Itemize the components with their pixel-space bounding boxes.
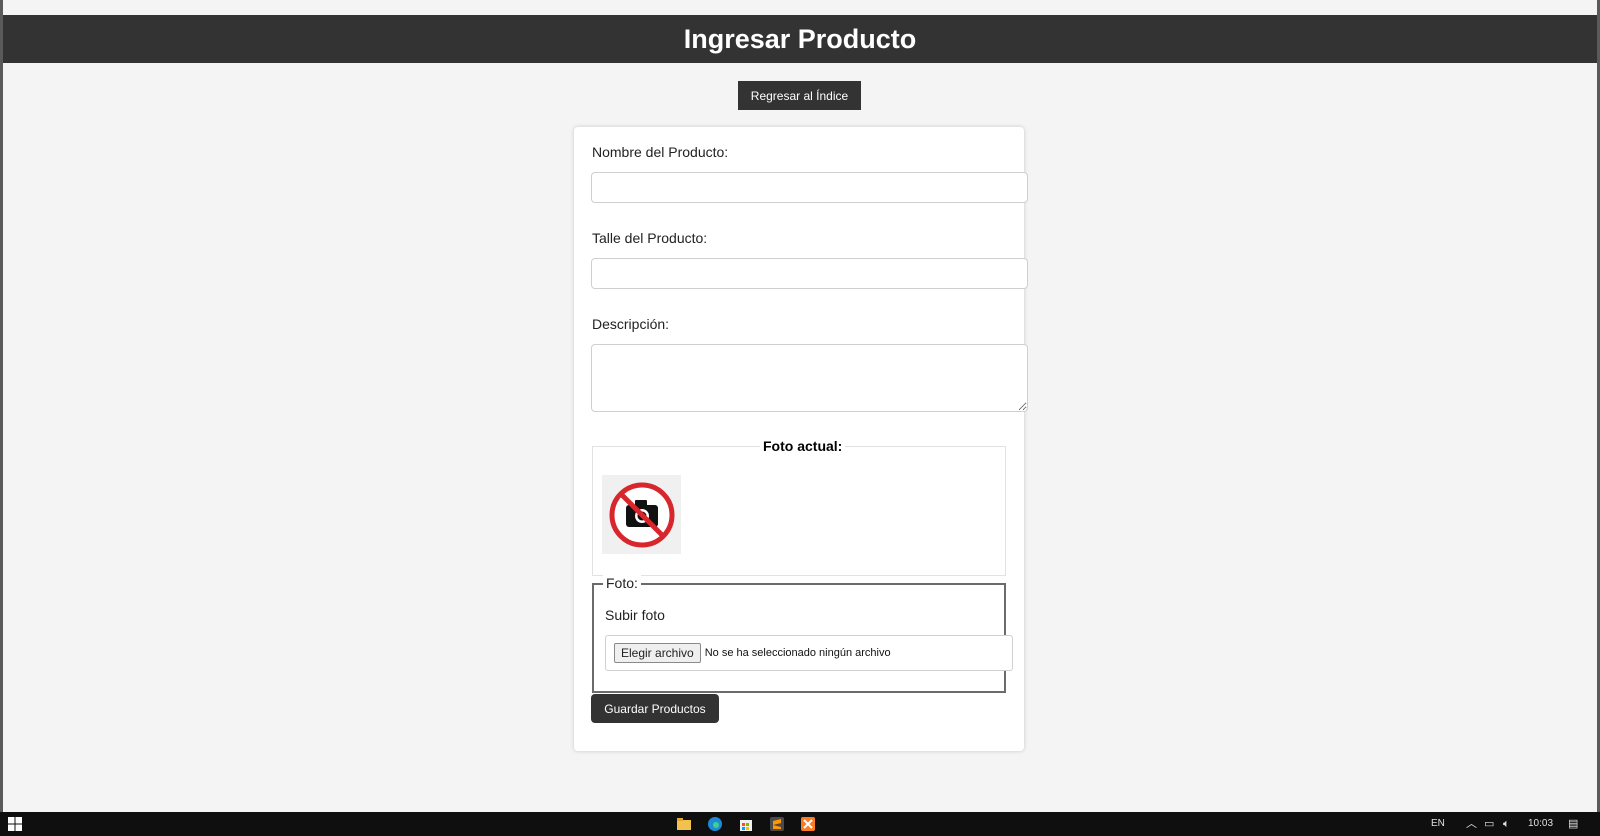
back-to-index-button[interactable]: Regresar al Índice [738, 81, 861, 110]
file-input[interactable]: Elegir archivo No se ha seleccionado nin… [605, 635, 1013, 671]
product-name-input[interactable] [591, 172, 1028, 203]
photo-legend: Foto: [603, 575, 641, 591]
page-header: Ingresar Producto [3, 15, 1597, 63]
choose-file-button[interactable]: Elegir archivo [614, 643, 701, 663]
current-photo [602, 475, 681, 554]
product-name-label: Nombre del Producto: [592, 144, 729, 160]
clock[interactable]: 10:03 [1528, 818, 1553, 829]
store-icon[interactable] [738, 816, 754, 832]
save-products-button[interactable]: Guardar Productos [591, 694, 719, 723]
volume-icon[interactable]: 🔈︎ [1503, 818, 1510, 830]
xampp-icon[interactable] [800, 816, 816, 832]
window-frame-left [0, 0, 3, 812]
upload-photo-label: Subir foto [605, 607, 665, 623]
file-status-text: No se ha seleccionado ningún archivo [704, 647, 891, 659]
language-indicator[interactable]: EN [1431, 818, 1445, 829]
file-explorer-icon[interactable] [676, 816, 692, 832]
chevron-up-icon[interactable]: ︿ [1466, 818, 1477, 830]
product-size-input[interactable] [591, 258, 1028, 289]
network-icon[interactable]: ▭ [1484, 818, 1494, 830]
description-textarea[interactable] [591, 344, 1028, 412]
current-photo-legend: Foto actual: [760, 438, 846, 454]
product-size-label: Talle del Producto: [592, 230, 708, 246]
description-label: Descripción: [592, 316, 670, 332]
edge-icon[interactable] [707, 816, 723, 832]
page-title: Ingresar Producto [683, 23, 917, 54]
no-camera-icon [609, 482, 674, 547]
notification-icon[interactable]: ▤ [1568, 818, 1578, 830]
start-icon[interactable] [7, 816, 23, 832]
taskbar: EN ︿ ▭ 🔈︎ 10:03 ▤ [0, 812, 1600, 836]
sublime-text-icon[interactable] [769, 816, 785, 832]
